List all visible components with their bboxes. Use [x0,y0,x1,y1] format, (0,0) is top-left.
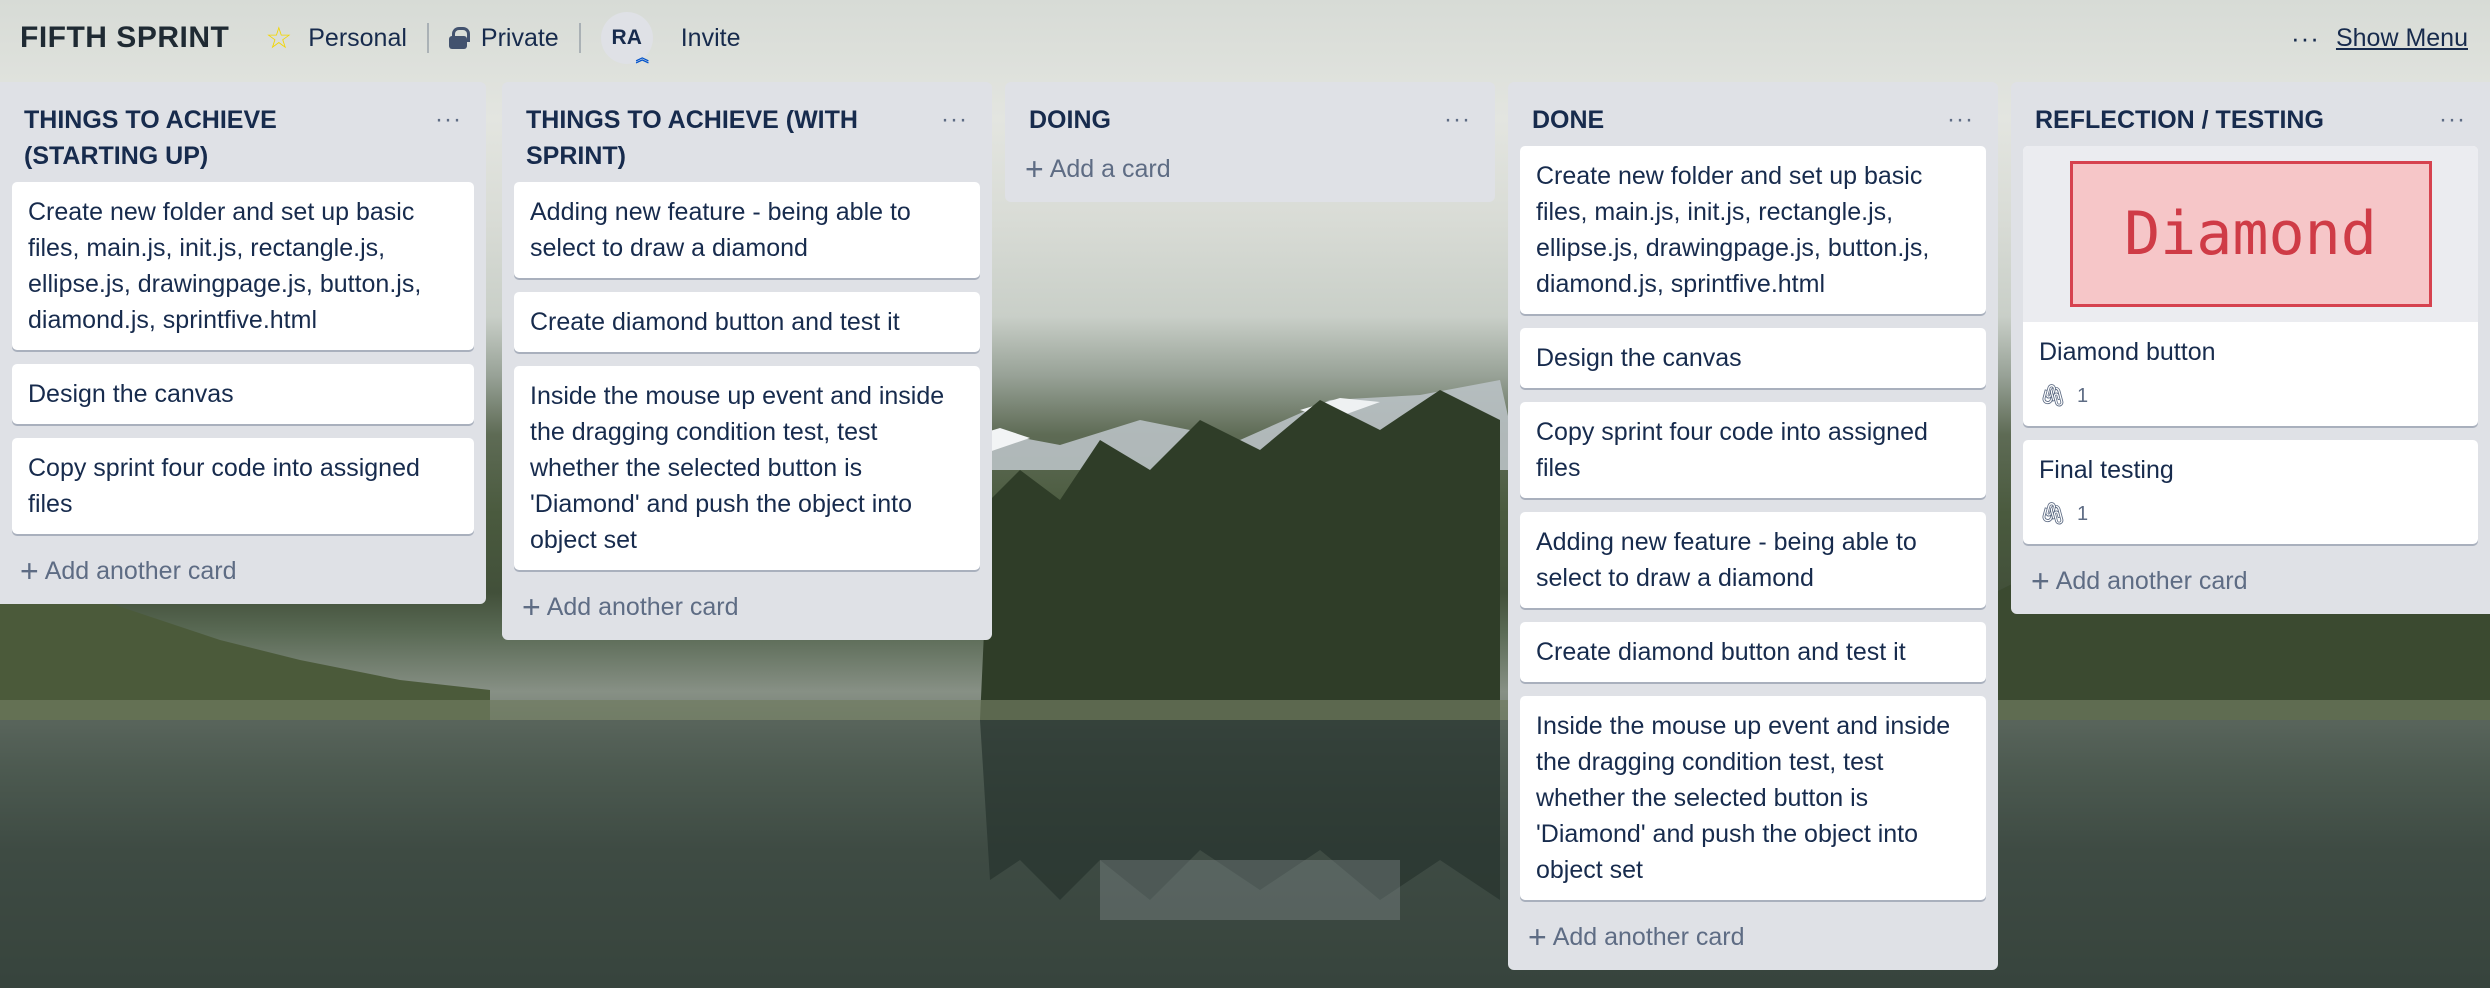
plus-icon: + [1528,919,1547,955]
add-card-label: Add another card [2055,566,2248,595]
card[interactable]: Design the canvas [12,364,474,424]
plus-icon: + [2031,563,2050,599]
list-header: REFLECTION / TESTING ··· [2023,82,2478,146]
invite-button[interactable]: Invite [681,24,741,53]
add-card-label: Add another card [546,592,739,621]
add-card-button[interactable]: + Add another card [2023,558,2478,602]
list-title[interactable]: DOING [1029,102,1111,138]
card-cover-image: Diamond [2023,146,2478,322]
star-icon[interactable]: ☆ [265,21,292,56]
list-menu-icon[interactable]: ··· [1444,102,1471,138]
more-icon[interactable]: ··· [2291,23,2320,54]
cover-text: Diamond [2124,199,2377,269]
card-badges: 🖇 1 [2039,378,2462,414]
paperclip-icon: 🖇 [2039,501,2067,526]
list-done: DONE ··· Create new folder and set up ba… [1508,82,1998,970]
add-card-button[interactable]: + Add another card [514,584,980,628]
list-header: DONE ··· [1520,82,1986,146]
add-card-label: Add another card [1552,922,1745,951]
paperclip-icon: 🖇 [2039,383,2067,408]
card-title: Diamond button [2039,338,2216,366]
add-card-button[interactable]: + Add another card [1520,914,1986,958]
card-diamond-button[interactable]: Diamond Diamond button 🖇 1 [2023,146,2478,426]
plus-icon: + [522,589,541,625]
list-menu-icon[interactable]: ··· [941,102,968,138]
list-reflection-testing: REFLECTION / TESTING ··· Diamond Diamond… [2011,82,2490,614]
admin-chevron-icon: ︽ [635,50,649,65]
card[interactable]: Copy sprint four code into assigned file… [12,438,474,534]
card[interactable]: Inside the mouse up event and inside the… [1520,696,1986,900]
add-card-button[interactable]: + Add another card [12,548,474,592]
board-header: FIFTH SPRINT ☆ Personal Private RA ︽ Inv… [0,0,2490,76]
team-visibility-label: Personal [308,23,407,52]
list-things-to-achieve-starting-up: THINGS TO ACHIEVE (STARTING UP) ··· Crea… [0,82,486,604]
show-menu-area: ··· Show Menu [2291,0,2468,76]
card[interactable]: Adding new feature - being able to selec… [1520,512,1986,608]
header-divider [426,23,429,53]
card[interactable]: Create diamond button and test it [1520,622,1986,682]
header-divider [578,23,581,53]
card[interactable]: Copy sprint four code into assigned file… [1520,402,1986,498]
attachment-count: 1 [2076,503,2089,525]
show-menu-button[interactable]: Show Menu [2336,24,2468,53]
card[interactable]: Design the canvas [1520,328,1986,388]
list-title[interactable]: THINGS TO ACHIEVE (WITH SPRINT) [526,102,916,174]
privacy-label: Private [480,23,559,52]
team-visibility-button[interactable]: Personal [308,24,407,53]
avatar[interactable]: RA ︽ [600,12,653,65]
card-final-testing[interactable]: Final testing 🖇 1 [2023,440,2478,544]
add-card-button[interactable]: + Add a card [1017,146,1483,190]
add-card-label: Add another card [44,556,237,585]
list-things-to-achieve-with-sprint: THINGS TO ACHIEVE (WITH SPRINT) ··· Addi… [502,82,992,640]
plus-icon: + [20,553,39,589]
list-title[interactable]: REFLECTION / TESTING [2035,102,2324,138]
card[interactable]: Create new folder and set up basic files… [1520,146,1986,314]
card[interactable]: Create diamond button and test it [514,292,980,352]
list-menu-icon[interactable]: ··· [2439,102,2466,138]
list-header: THINGS TO ACHIEVE (WITH SPRINT) ··· [514,82,980,182]
list-title[interactable]: DONE [1532,102,1604,138]
list-menu-icon[interactable]: ··· [1947,102,1974,138]
card[interactable]: Create new folder and set up basic files… [12,182,474,350]
add-card-label: Add a card [1049,154,1171,183]
list-header: DOING ··· [1017,82,1483,146]
list-title[interactable]: THINGS TO ACHIEVE (STARTING UP) [24,102,414,174]
board-title[interactable]: FIFTH SPRINT [20,21,229,55]
list-doing: DOING ··· + Add a card [1005,82,1495,202]
card-badges: 🖇 1 [2039,496,2462,532]
card[interactable]: Adding new feature - being able to selec… [514,182,980,278]
card[interactable]: Inside the mouse up event and inside the… [514,366,980,570]
list-menu-icon[interactable]: ··· [435,102,462,138]
privacy-button[interactable]: Private [448,23,559,53]
card-title: Final testing [2039,456,2174,484]
plus-icon: + [1025,151,1044,187]
attachment-count: 1 [2076,385,2089,407]
diamond-cover-graphic: Diamond [2069,161,2432,307]
lock-icon [448,27,470,49]
list-header: THINGS TO ACHIEVE (STARTING UP) ··· [12,82,474,182]
